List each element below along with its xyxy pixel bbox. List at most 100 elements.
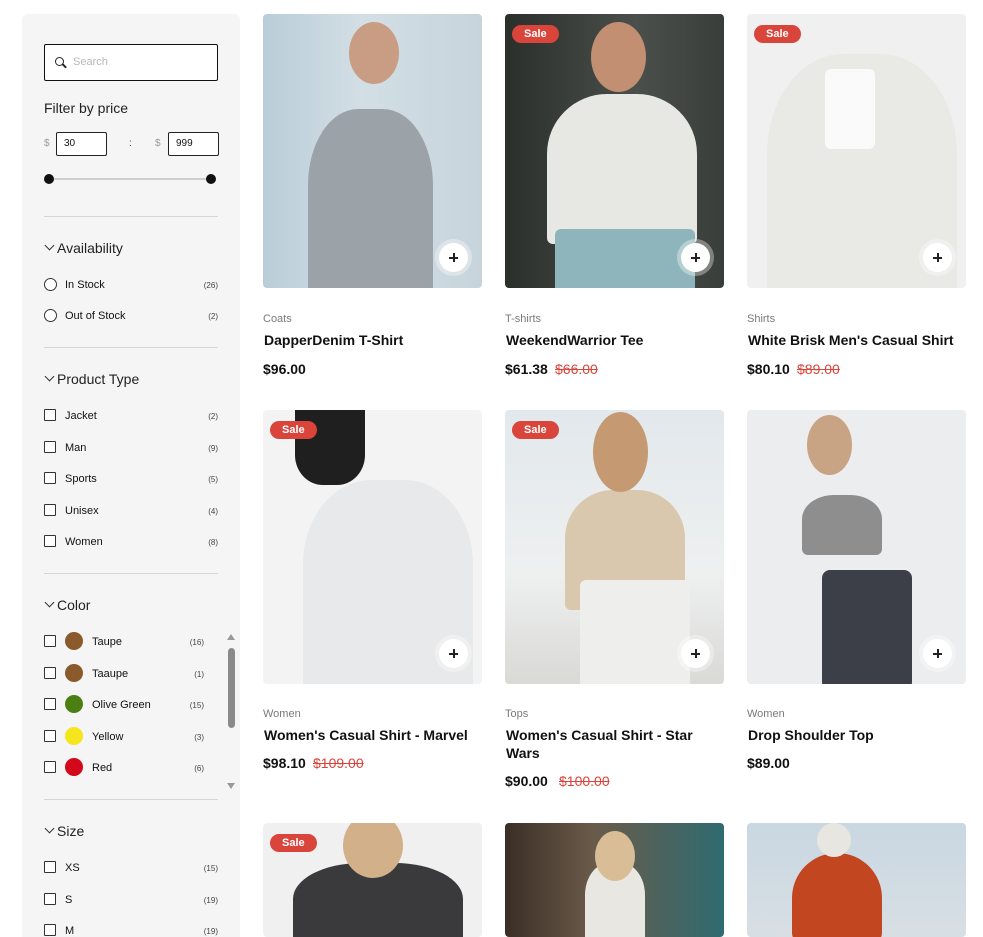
product-photo-figure [822, 570, 912, 684]
color-taupe[interactable]: Taupe (16) [44, 632, 218, 650]
product-photo-figure [591, 22, 646, 92]
option-label: S [65, 894, 73, 906]
sale-badge: Sale [270, 421, 317, 439]
price-max-input[interactable]: 999 [168, 132, 219, 156]
checkbox[interactable] [44, 730, 56, 742]
product-original-price: $109.00 [313, 755, 364, 771]
checkbox[interactable] [44, 761, 56, 773]
product-price: $98.10 [263, 755, 306, 771]
product-category: Tops [505, 708, 529, 720]
checkbox[interactable] [44, 472, 56, 484]
checkbox[interactable] [44, 861, 56, 873]
product-name[interactable]: Women's Casual Shirt - Star Wars [506, 726, 721, 762]
color-swatch [65, 758, 83, 776]
option-label: Sports [65, 473, 97, 485]
product-image[interactable]: Sale [505, 410, 724, 684]
price-min-input[interactable]: 30 [56, 132, 107, 156]
price-slider-min-handle[interactable] [44, 174, 54, 184]
product-type-sports[interactable]: Sports (5) [44, 471, 218, 487]
option-label: XS [65, 862, 80, 874]
size-s[interactable]: S (19) [44, 892, 218, 908]
availability-title[interactable]: Availability [57, 240, 123, 256]
checkbox[interactable] [44, 893, 56, 905]
option-count: (19) [203, 896, 218, 905]
product-image[interactable]: Sale [263, 410, 482, 684]
add-to-cart-button[interactable] [923, 639, 952, 668]
checkbox[interactable] [44, 535, 56, 547]
option-label: Jacket [65, 410, 97, 422]
product-name[interactable]: DapperDenim T-Shirt [264, 331, 479, 349]
filter-sidebar: Search Filter by price $ 30 : $ 999 Avai… [22, 14, 240, 937]
divider [44, 573, 218, 574]
checkbox[interactable] [44, 409, 56, 421]
radio-button[interactable] [44, 278, 57, 291]
product-category: Women [747, 708, 785, 720]
color-yellow[interactable]: Yellow (3) [44, 727, 218, 745]
currency-symbol: $ [44, 138, 50, 149]
chevron-down-icon[interactable] [44, 371, 55, 382]
scroll-down-arrow-icon[interactable] [227, 783, 235, 789]
chevron-down-icon[interactable] [44, 823, 55, 834]
price-slider-max-handle[interactable] [206, 174, 216, 184]
color-olive-green[interactable]: Olive Green (15) [44, 695, 218, 713]
add-to-cart-button[interactable] [681, 243, 710, 272]
checkbox[interactable] [44, 635, 56, 647]
product-type-man[interactable]: Man (9) [44, 440, 218, 456]
color-taaupe[interactable]: Taaupe (1) [44, 664, 218, 682]
availability-in-stock[interactable]: In Stock (26) [44, 277, 218, 293]
color-list-scrollbar[interactable] [226, 634, 236, 789]
product-category: T-shirts [505, 313, 542, 325]
option-label: Women [65, 536, 103, 548]
checkbox[interactable] [44, 667, 56, 679]
product-photo-figure [593, 412, 648, 492]
checkbox[interactable] [44, 441, 56, 453]
product-type-unisex[interactable]: Unisex (4) [44, 503, 218, 519]
checkbox[interactable] [44, 504, 56, 516]
product-image[interactable]: Sale [505, 14, 724, 288]
scroll-up-arrow-icon[interactable] [227, 634, 235, 640]
color-red[interactable]: Red (6) [44, 758, 218, 776]
currency-symbol: $ [155, 138, 161, 149]
option-count: (15) [203, 864, 218, 873]
add-to-cart-button[interactable] [439, 243, 468, 272]
product-price: $61.38 [505, 361, 548, 377]
product-photo-figure [580, 580, 690, 684]
size-title[interactable]: Size [57, 823, 84, 839]
option-count: (5) [208, 475, 218, 484]
product-image[interactable] [505, 823, 724, 937]
price-slider[interactable] [44, 174, 216, 184]
divider [44, 799, 218, 800]
product-type-jacket[interactable]: Jacket (2) [44, 408, 218, 424]
size-xs[interactable]: XS (15) [44, 860, 218, 876]
chevron-down-icon[interactable] [44, 597, 55, 608]
option-label: Taupe [92, 636, 122, 648]
product-name[interactable]: Drop Shoulder Top [748, 726, 963, 744]
checkbox[interactable] [44, 924, 56, 936]
product-name[interactable]: White Brisk Men's Casual Shirt [748, 331, 963, 349]
scrollbar-thumb[interactable] [228, 648, 235, 728]
product-image[interactable] [747, 410, 966, 684]
product-image[interactable]: Sale [263, 823, 482, 937]
product-name[interactable]: Women's Casual Shirt - Marvel [264, 726, 479, 744]
product-category: Coats [263, 313, 292, 325]
color-title[interactable]: Color [57, 597, 90, 613]
add-to-cart-button[interactable] [923, 243, 952, 272]
product-image[interactable] [747, 823, 966, 937]
search-icon [55, 57, 64, 66]
availability-out-of-stock[interactable]: Out of Stock (2) [44, 308, 218, 324]
product-image[interactable] [263, 14, 482, 288]
chevron-down-icon[interactable] [44, 240, 55, 251]
product-name[interactable]: WeekendWarrior Tee [506, 331, 721, 349]
product-image[interactable]: Sale [747, 14, 966, 288]
radio-button[interactable] [44, 309, 57, 322]
add-to-cart-button[interactable] [439, 639, 468, 668]
product-type-title[interactable]: Product Type [57, 371, 139, 387]
product-category: Women [263, 708, 301, 720]
checkbox[interactable] [44, 698, 56, 710]
product-category: Shirts [747, 313, 776, 325]
add-to-cart-button[interactable] [681, 639, 710, 668]
search-input[interactable]: Search [44, 44, 218, 81]
price-range-inputs: $ 30 : $ 999 [44, 132, 219, 156]
product-type-women[interactable]: Women (8) [44, 534, 218, 550]
size-m[interactable]: M (19) [44, 923, 218, 937]
